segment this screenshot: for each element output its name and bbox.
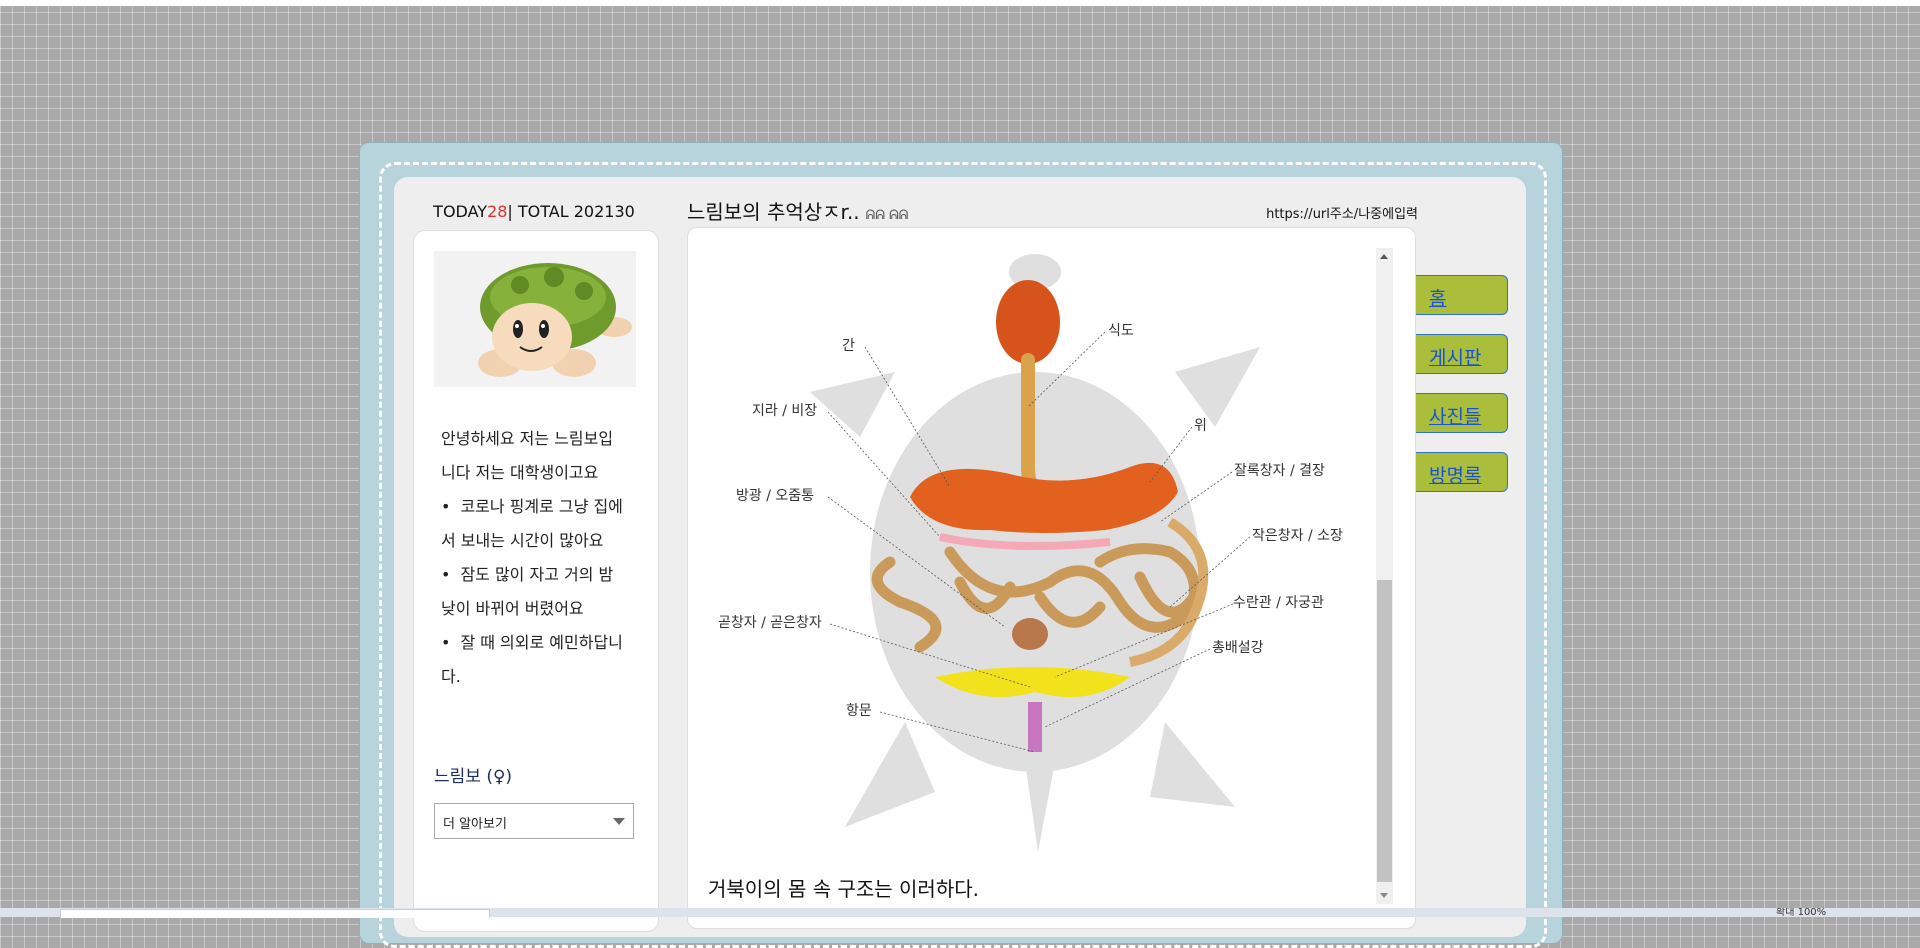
label-large-intestine: 잘록창자 / 결장 xyxy=(1234,463,1325,479)
nav-guestbook[interactable]: 방명록 xyxy=(1416,452,1508,492)
label-bladder: 방광 / 오줌통 xyxy=(736,488,814,504)
post-caption: 거북이의 몸 속 구조는 이러하다. xyxy=(708,877,979,901)
profile-bullet: • 잠도 많이 자고 거의 밤낮이 바뀌어 버렸어요 xyxy=(441,558,625,626)
total-count: | TOTAL 202130 xyxy=(507,202,635,221)
blog-title: 느림보의 추억상ㅈr.. ᕱᕱ ᕱᕱ xyxy=(687,196,908,225)
nav-home[interactable]: 홈 xyxy=(1416,275,1508,315)
profile-photo xyxy=(434,251,636,387)
label-esophagus: 식도 xyxy=(1108,323,1134,339)
nav-photos[interactable]: 사진들 xyxy=(1416,393,1508,433)
title-decoration: ᕱᕱ ᕱᕱ xyxy=(865,208,909,223)
more-info-select[interactable]: 더 알아보기 xyxy=(434,803,634,839)
turtle-anatomy-diagram: 식도 간 위 지라 / 비장 잘록창자 / 결장 방광 / 오줌통 작은창자 /… xyxy=(718,254,1343,852)
label-stomach: 위 xyxy=(1194,418,1207,434)
profile-intro: 안녕하세요 저는 느림보입니다 저는 대학생이고요 • 코로나 핑계로 그냥 집에… xyxy=(441,422,625,694)
organ-cloaca xyxy=(1028,702,1042,752)
blog-url: https://url주소/나중에입력 xyxy=(1266,207,1418,222)
profile-bullet: • 코로나 핑계로 그냥 집에서 보내는 시간이 많아요 xyxy=(441,490,625,558)
label-rectum: 곧창자 / 곧은창자 xyxy=(718,615,822,631)
label-oviduct: 수란관 / 자궁관 xyxy=(1233,595,1324,611)
visit-counter: TODAY28| TOTAL 202130 xyxy=(414,202,654,221)
more-info-select-value: 더 알아보기 xyxy=(443,817,507,832)
blog-title-text: 느림보의 추억상ㅈr.. xyxy=(687,200,860,224)
content-scrollbar[interactable] xyxy=(1376,248,1393,904)
bullet-text: 코로나 핑계로 그냥 집에서 보내는 시간이 많아요 xyxy=(441,497,623,550)
organ-bladder xyxy=(1012,618,1048,650)
profile-name: 느림보 (♀) xyxy=(434,767,513,787)
browser-top-strip xyxy=(0,0,1920,6)
scroll-up-arrow-icon[interactable] xyxy=(1376,248,1393,265)
organ-crop xyxy=(996,280,1060,364)
bullet-text: 잠도 많이 자고 거의 밤낮이 바뀌어 버렸어요 xyxy=(441,565,614,618)
today-label: TODAY xyxy=(433,202,488,221)
intro-line: 안녕하세요 저는 느림보입니다 저는 대학생이고요 xyxy=(441,429,614,482)
bullet-marker: • xyxy=(441,497,451,516)
label-cloaca: 총배설강 xyxy=(1212,640,1264,656)
label-anus: 항문 xyxy=(846,703,872,719)
label-spleen: 지라 / 비장 xyxy=(752,403,817,419)
side-nav: 홈 게시판 사진들 방명록 xyxy=(1416,275,1508,511)
bullet-marker: • xyxy=(441,565,451,584)
nav-board[interactable]: 게시판 xyxy=(1416,334,1508,374)
scroll-down-arrow-icon[interactable] xyxy=(1376,887,1393,904)
bullet-marker: • xyxy=(441,633,451,652)
zoom-indicator[interactable]: 확대 100% xyxy=(1776,908,1826,917)
label-small-intestine: 작은창자 / 소장 xyxy=(1252,528,1343,544)
label-liver: 간 xyxy=(842,338,855,354)
today-count: 28 xyxy=(487,202,508,221)
chevron-down-icon xyxy=(613,818,625,825)
scroll-thumb[interactable] xyxy=(1377,580,1392,882)
profile-bullet: • 잘 때 의외로 예민하답니다. xyxy=(441,626,625,694)
bullet-text: 잘 때 의외로 예민하답니다. xyxy=(441,633,623,686)
